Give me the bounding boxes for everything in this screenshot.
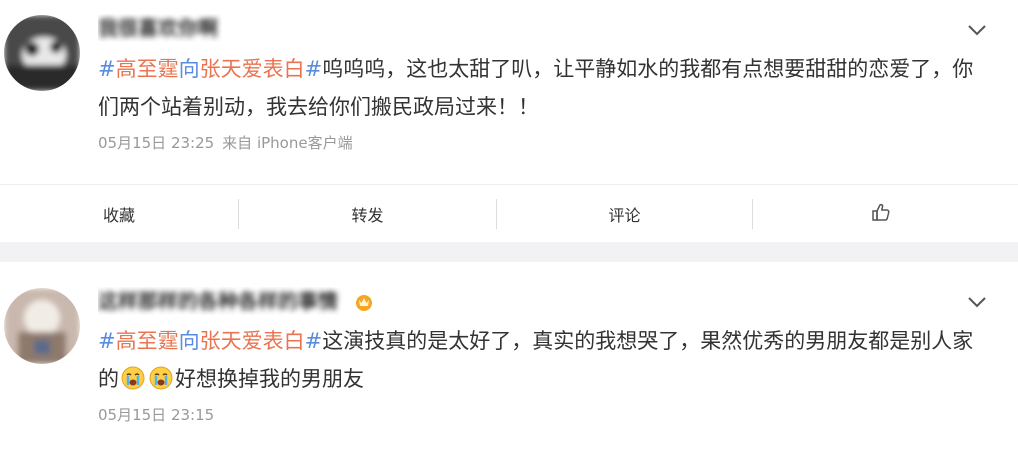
hashtag-link[interactable]: 高至霆向张天爱表白 [116,57,305,81]
collect-button[interactable]: 收藏 [0,185,238,243]
thumbs-up-icon [870,201,892,227]
post-meta: 05月15日 23:25 来自 iPhone客户端 [98,132,353,153]
hashtag-link[interactable]: 高至霆向张天爱表白 [116,329,305,353]
source-label: 来自 iPhone客户端 [222,134,353,152]
username[interactable]: 我很喜欢你啊 [98,14,222,42]
hashtag-symbol: # [98,57,116,81]
post-meta: 05月15日 23:15 [98,404,214,425]
vip-badge-icon [354,292,374,312]
crying-face-emoji [121,364,145,390]
timestamp: 05月15日 23:25 [98,134,215,152]
hashtag-symbol: # [304,329,323,353]
hashtag-symbol: # [98,329,116,353]
avatar[interactable] [4,15,80,91]
hashtag-symbol: # [304,57,323,81]
comment-body-tail: 好想换掉我的男朋友 [175,367,364,391]
avatar[interactable] [4,288,80,364]
comment-text: #高至霆向张天爱表白#这演技真的是太好了，真实的我想哭了，果然优秀的男朋友都是别… [98,322,978,398]
comment-text: #高至霆向张天爱表白#呜呜呜，这也太甜了叭，让平静如水的我都有点想要甜甜的恋爱了… [98,50,978,126]
weibo-comment-card: 我很喜欢你啊 #高至霆向张天爱表白#呜呜呜，这也太甜了叭，让平静如水的我都有点想… [0,0,1018,242]
repost-button[interactable]: 转发 [239,185,496,243]
chevron-down-icon[interactable] [962,20,992,40]
action-bar: 收藏 转发 评论 [0,184,1018,242]
comment-button[interactable]: 评论 [497,185,752,243]
chevron-down-icon[interactable] [962,292,992,312]
timestamp: 05月15日 23:15 [98,406,215,424]
crying-face-emoji [149,364,173,390]
like-button[interactable] [753,185,1008,243]
username[interactable]: 这样那样的各种各样的事情 [98,287,350,315]
